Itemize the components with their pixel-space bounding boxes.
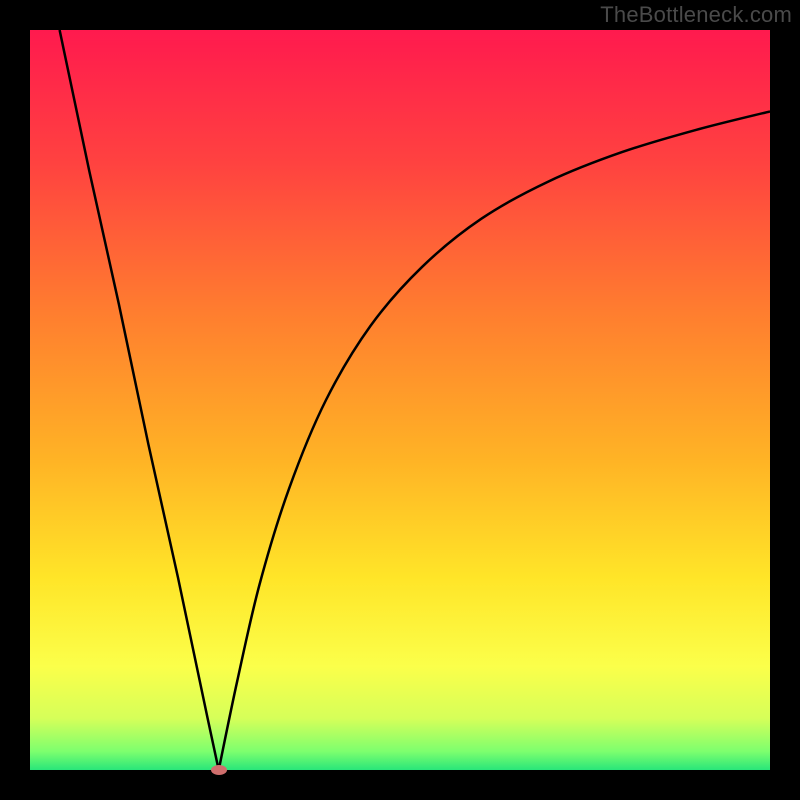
plot-area (30, 30, 770, 770)
bottleneck-curve (30, 30, 770, 770)
chart-frame: TheBottleneck.com (0, 0, 800, 800)
watermark-text: TheBottleneck.com (600, 2, 792, 28)
curve-right-branch (219, 111, 770, 770)
minimum-marker (211, 765, 227, 775)
curve-left-branch (60, 30, 219, 770)
